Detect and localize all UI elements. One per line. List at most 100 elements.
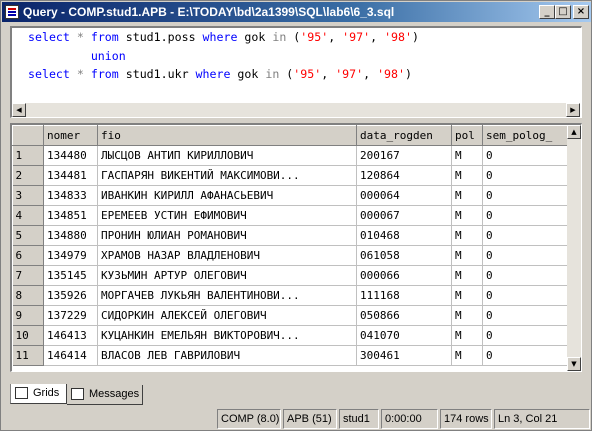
cell-sem_polog_[interactable]: 0 [482,145,569,166]
cell-fio[interactable]: КУЦАНКИН ЕМЕЛЬЯН ВИКТОРОВИЧ... [97,325,357,346]
cell-sem_polog_[interactable]: 0 [482,285,569,306]
column-header-fio[interactable]: fio [97,125,357,146]
sql-line[interactable]: select * from stud1.ukr where gok in ('9… [28,65,419,84]
cell-data_rogden[interactable]: 050866 [356,305,452,326]
cell-nomer[interactable]: 134979 [43,245,98,266]
row-number[interactable]: 6 [12,245,44,266]
cell-sem_polog_[interactable]: 0 [482,225,569,246]
cell-data_rogden[interactable]: 300461 [356,345,452,366]
cell-nomer[interactable]: 134480 [43,145,98,166]
table-row[interactable]: 8 135926 МОРГАЧЕВ ЛУКЬЯН ВАЛЕНТИНОВИ... 111… [12,285,569,306]
cell-fio[interactable]: МОРГАЧЕВ ЛУКЬЯН ВАЛЕНТИНОВИ... [97,285,357,306]
cell-fio[interactable]: ЕРЕМЕЕВ УСТИН ЕФИМОВИЧ [97,205,357,226]
cell-data_rogden[interactable]: 041070 [356,325,452,346]
editor-horizontal-scrollbar[interactable]: ◀ ▶ [12,103,580,117]
cell-nomer[interactable]: 134833 [43,185,98,206]
title-bar[interactable]: Query - COMP.stud1.АРВ - E:\TODAY\bd\2a1… [2,2,591,22]
sql-editor[interactable]: select * from stud1.poss where gok in ('… [10,26,582,118]
cell-pol[interactable]: М [451,285,483,306]
row-number[interactable]: 11 [12,345,44,366]
table-row[interactable]: 7 135145 КУЗЬМИН АРТУР ОЛЕГОВИЧ 000066 М 0 [12,265,569,286]
cell-sem_polog_[interactable]: 0 [482,185,569,206]
row-number[interactable]: 10 [12,325,44,346]
cell-pol[interactable]: М [451,325,483,346]
cell-data_rogden[interactable]: 111168 [356,285,452,306]
cell-sem_polog_[interactable]: 0 [482,265,569,286]
cell-nomer[interactable]: 134481 [43,165,98,186]
cell-sem_polog_[interactable]: 0 [482,305,569,326]
column-header-data_rogden[interactable]: data_rogden [356,125,452,146]
row-number[interactable]: 7 [12,265,44,286]
cell-pol[interactable]: М [451,345,483,366]
sql-code[interactable]: select * from stud1.poss where gok in ('… [28,28,419,84]
scroll-down-icon[interactable]: ▼ [567,357,581,371]
table-row[interactable]: 5 134880 ПРОНИН ЮЛИАН РОМАНОВИЧ 010468 М 0 [12,225,569,246]
minimize-button[interactable]: _ [539,5,555,19]
cell-nomer[interactable]: 137229 [43,305,98,326]
cell-sem_polog_[interactable]: 0 [482,205,569,226]
cell-data_rogden[interactable]: 000067 [356,205,452,226]
cell-sem_polog_[interactable]: 0 [482,245,569,266]
cell-fio[interactable]: ВЛАСОВ ЛЕВ ГАВРИЛОВИЧ [97,345,357,366]
table-row[interactable]: 1 134480 ЛЫСЦОВ АНТИП КИРИЛЛОВИЧ 200167 М 0 [12,145,569,166]
cell-fio[interactable]: ЛЫСЦОВ АНТИП КИРИЛЛОВИЧ [97,145,357,166]
cell-fio[interactable]: ГАСПАРЯН ВИКЕНТИЙ МАКСИМОВИ... [97,165,357,186]
table-row[interactable]: 6 134979 ХРАМОВ НАЗАР ВЛАДЛЕНОВИЧ 061058 М 0 [12,245,569,266]
cell-fio[interactable]: ХРАМОВ НАЗАР ВЛАДЛЕНОВИЧ [97,245,357,266]
row-number[interactable]: 3 [12,185,44,206]
column-header-nomer[interactable]: nomer [43,125,98,146]
table-row[interactable]: 2 134481 ГАСПАРЯН ВИКЕНТИЙ МАКСИМОВИ... 120… [12,165,569,186]
cell-nomer[interactable]: 134880 [43,225,98,246]
results-grid[interactable]: nomer fio data_rogden pol sem_polog_ 1 134480… [10,123,582,372]
sql-line[interactable]: select * from stud1.poss where gok in ('… [28,28,419,47]
cell-nomer[interactable]: 135926 [43,285,98,306]
cell-data_rogden[interactable]: 000066 [356,265,452,286]
table-row[interactable]: 9 137229 СИДОРКИН АЛЕКСЕЙ ОЛЕГОВИЧ 050866 М 0 [12,305,569,326]
cell-pol[interactable]: М [451,265,483,286]
scroll-left-icon[interactable]: ◀ [12,103,26,117]
tab-messages[interactable]: Messages [67,385,143,405]
cell-fio[interactable]: ПРОНИН ЮЛИАН РОМАНОВИЧ [97,225,357,246]
cell-fio[interactable]: КУЗЬМИН АРТУР ОЛЕГОВИЧ [97,265,357,286]
cell-pol[interactable]: М [451,165,483,186]
tab-grids[interactable]: Grids [10,384,67,404]
cell-data_rogden[interactable]: 120864 [356,165,452,186]
row-number[interactable]: 9 [12,305,44,326]
table-row[interactable]: 11 146414 ВЛАСОВ ЛЕВ ГАВРИЛОВИЧ 300461 М 0 [12,345,569,366]
column-header-pol[interactable]: pol [451,125,483,146]
cell-pol[interactable]: М [451,245,483,266]
scroll-up-icon[interactable]: ▲ [567,125,581,139]
row-number[interactable]: 8 [12,285,44,306]
maximize-button[interactable]: □ [555,5,571,19]
cell-sem_polog_[interactable]: 0 [482,345,569,366]
row-number[interactable]: 2 [12,165,44,186]
cell-nomer[interactable]: 146414 [43,345,98,366]
row-number[interactable]: 1 [12,145,44,166]
row-number[interactable]: 5 [12,225,44,246]
cell-pol[interactable]: М [451,225,483,246]
cell-data_rogden[interactable]: 000064 [356,185,452,206]
cell-pol[interactable]: М [451,145,483,166]
table-row[interactable]: 10 146413 КУЦАНКИН ЕМЕЛЬЯН ВИКТОРОВИЧ... 04… [12,325,569,346]
cell-data_rogden[interactable]: 200167 [356,145,452,166]
table-row[interactable]: 3 134833 ИВАНКИН КИРИЛЛ АФАНАСЬЕВИЧ 000064 М… [12,185,569,206]
table-row[interactable]: 4 134851 ЕРЕМЕЕВ УСТИН ЕФИМОВИЧ 000067 М 0 [12,205,569,226]
cell-sem_polog_[interactable]: 0 [482,165,569,186]
grid-corner[interactable] [12,125,44,146]
scroll-right-icon[interactable]: ▶ [566,103,580,117]
cell-data_rogden[interactable]: 010468 [356,225,452,246]
column-header-sem_polog_[interactable]: sem_polog_ [482,125,569,146]
cell-fio[interactable]: ИВАНКИН КИРИЛЛ АФАНАСЬЕВИЧ [97,185,357,206]
sql-line[interactable]: union [28,47,419,66]
cell-pol[interactable]: М [451,305,483,326]
cell-pol[interactable]: М [451,205,483,226]
cell-nomer[interactable]: 135145 [43,265,98,286]
close-button[interactable]: × [573,5,589,19]
cell-pol[interactable]: М [451,185,483,206]
grid-vertical-scrollbar[interactable]: ▲ ▼ [567,125,581,371]
cell-nomer[interactable]: 146413 [43,325,98,346]
cell-nomer[interactable]: 134851 [43,205,98,226]
row-number[interactable]: 4 [12,205,44,226]
cell-sem_polog_[interactable]: 0 [482,325,569,346]
cell-fio[interactable]: СИДОРКИН АЛЕКСЕЙ ОЛЕГОВИЧ [97,305,357,326]
